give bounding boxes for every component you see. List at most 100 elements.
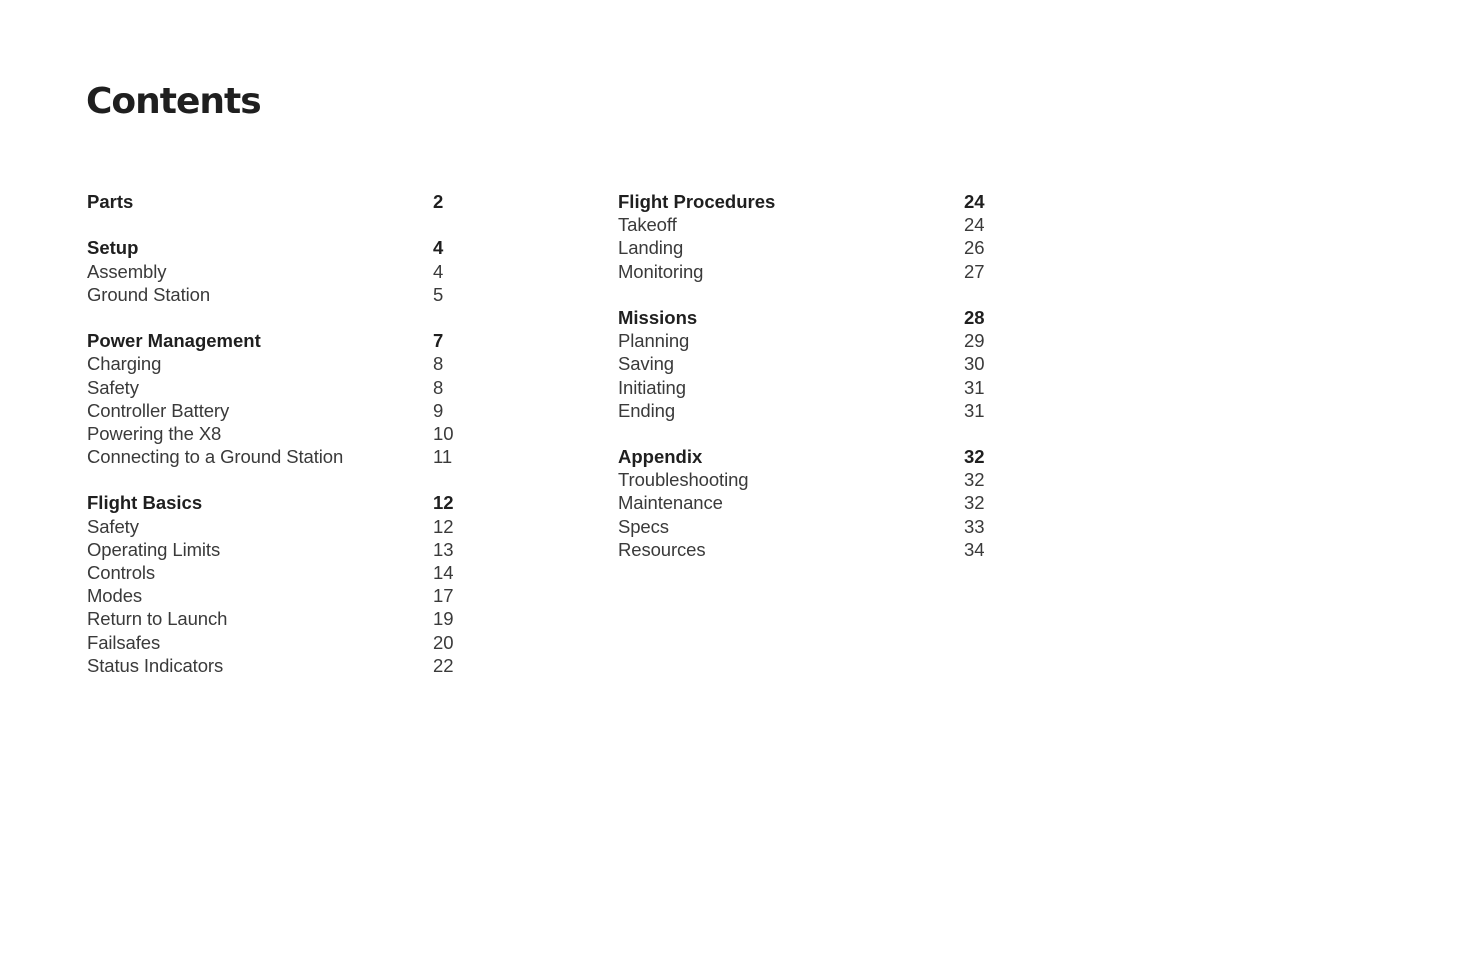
toc-entry-troubleshooting[interactable]: Troubleshooting 32 [618,468,998,491]
toc-entry-connecting-to-a-ground-station[interactable]: Connecting to a Ground Station 11 [87,445,467,468]
toc-entry-initiating[interactable]: Initiating 31 [618,376,998,399]
toc-entry-label: Charging [87,353,162,375]
toc-page-number: 31 [964,399,985,421]
toc-page-number: 8 [433,376,444,398]
toc-entry-resources[interactable]: Resources 34 [618,538,998,561]
toc-page-number: 8 [433,353,444,375]
toc-heading-label: Setup [87,237,139,259]
toc-entry-takeoff[interactable]: Takeoff 24 [618,213,998,236]
toc-page-number: 5 [433,283,444,305]
toc-entry-label: Troubleshooting [618,469,749,491]
toc-entry-label: Saving [618,353,674,375]
toc-entry-modes[interactable]: Modes 17 [87,584,467,607]
toc-entry-label: Operating Limits [87,538,221,560]
toc-page-number: 14 [433,562,454,583]
toc-heading-power-management[interactable]: Power Management 7 [87,329,467,352]
toc-page-number: 30 [964,353,985,375]
toc-entry-failsafes[interactable]: Failsafes 20 [87,631,467,654]
toc-entry-operating-limits[interactable]: Operating Limits 13 [87,538,467,561]
toc-entry-label: Return to Launch [87,608,228,630]
toc-page-number: 12 [433,515,454,537]
toc-heading-appendix[interactable]: Appendix 32 [618,445,998,468]
toc-entry-label: Specs [618,515,669,537]
toc-page-number: 10 [433,422,454,444]
toc-entry-label: Ending [618,399,676,421]
toc-section-parts: Parts 2 [87,190,467,213]
toc-entry-label: Assembly [87,260,167,282]
toc-entry-label: Initiating [618,376,686,398]
toc-entry-return-to-launch[interactable]: Return to Launch 19 [87,607,467,630]
toc-section-missions: Missions 28 Planning 29 Saving 30 Initiating 31… [618,306,998,422]
toc-page-number: 34 [964,538,985,560]
toc-entry-label: Safety [87,515,139,537]
toc-entry-status-indicators[interactable]: Status Indicators 22 [87,654,467,677]
toc-page-number: 24 [964,191,985,212]
toc-entry-label: Modes [87,585,143,607]
toc-section-appendix: Appendix 32 Troubleshooting 32 Maintenance 32… [618,445,998,561]
toc-heading-label: Missions [618,306,698,328]
toc-page-number: 24 [964,214,985,236]
toc-heading-missions[interactable]: Missions 28 [618,306,998,329]
toc-entry-label: Resources [618,538,706,560]
toc-page-number: 2 [433,191,444,212]
toc-page-number: 4 [433,260,444,282]
toc-page-number: 31 [964,376,985,398]
toc-entry-controller-battery[interactable]: Controller Battery 9 [87,399,467,422]
toc-section-flight-procedures: Flight Procedures 24 Takeoff 24 Landing 26 Mon… [618,190,998,283]
toc-entry-label: Takeoff [618,214,677,236]
toc-section-power-management: Power Management 7 Charging 8 Safety 8 Control… [87,329,467,468]
toc-page-number: 29 [964,330,985,352]
toc-page-number: 9 [433,399,444,421]
toc-page-number: 33 [964,515,985,537]
toc-entry-assembly[interactable]: Assembly 4 [87,260,467,283]
toc-page-number: 4 [433,237,444,259]
toc-page-number: 13 [433,538,454,560]
toc-entry-label: Controls [87,562,156,583]
toc-entry-specs[interactable]: Specs 33 [618,515,998,538]
toc-entry-maintenance[interactable]: Maintenance 32 [618,491,998,514]
toc-page-number: 11 [433,446,453,468]
toc-page-number: 7 [433,330,444,352]
toc-entry-safety[interactable]: Safety 8 [87,376,467,399]
toc-entry-label: Landing [618,237,684,259]
toc-entry-saving[interactable]: Saving 30 [618,352,998,375]
toc-entry-label: Powering the X8 [87,422,222,444]
toc-page-number: 19 [433,608,454,630]
toc-page-number: 12 [433,492,454,514]
toc-page-number: 32 [964,469,985,491]
toc-entry-safety[interactable]: Safety 12 [87,515,467,538]
toc-heading-label: Flight Procedures [618,191,776,212]
toc-entry-powering-the-x8[interactable]: Powering the X8 10 [87,422,467,445]
toc-entry-ground-station[interactable]: Ground Station 5 [87,283,467,306]
toc-heading-flight-basics[interactable]: Flight Basics 12 [87,491,467,514]
toc-entry-label: Safety [87,376,139,398]
toc-page-number: 26 [964,237,985,259]
toc-entry-planning[interactable]: Planning 29 [618,329,998,352]
toc-heading-label: Parts [87,191,134,212]
toc-page-number: 22 [433,654,454,676]
toc-heading-label: Flight Basics [87,492,203,514]
toc-entry-landing[interactable]: Landing 26 [618,236,998,259]
toc-entry-label: Status Indicators [87,654,224,676]
toc-heading-label: Appendix [618,446,703,468]
toc-page-number: 28 [964,306,985,328]
toc-entry-controls[interactable]: Controls 14 [87,561,467,584]
page-title: Contents [86,81,262,122]
toc-heading-flight-procedures[interactable]: Flight Procedures 24 [618,190,998,213]
toc-heading-parts[interactable]: Parts 2 [87,190,467,213]
toc-entry-ending[interactable]: Ending 31 [618,399,998,422]
toc-entry-label: Controller Battery [87,399,230,421]
toc-heading-setup[interactable]: Setup 4 [87,236,467,259]
toc-entry-label: Monitoring [618,260,704,282]
toc-entry-label: Maintenance [618,492,723,514]
toc-page-number: 32 [964,492,985,514]
toc-page-number: 20 [433,631,454,653]
toc-entry-label: Connecting to a Ground Station [87,446,344,468]
toc-entry-label: Failsafes [87,631,161,653]
toc-column-left: Parts 2 Setup 4 Assembly 4 Ground Station 5 Powe… [87,190,467,700]
toc-entry-charging[interactable]: Charging 8 [87,352,467,375]
toc-entry-monitoring[interactable]: Monitoring 27 [618,260,998,283]
toc-heading-label: Power Management [87,330,261,352]
toc-entry-label: Ground Station [87,283,211,305]
toc-page-number: 17 [433,585,454,607]
